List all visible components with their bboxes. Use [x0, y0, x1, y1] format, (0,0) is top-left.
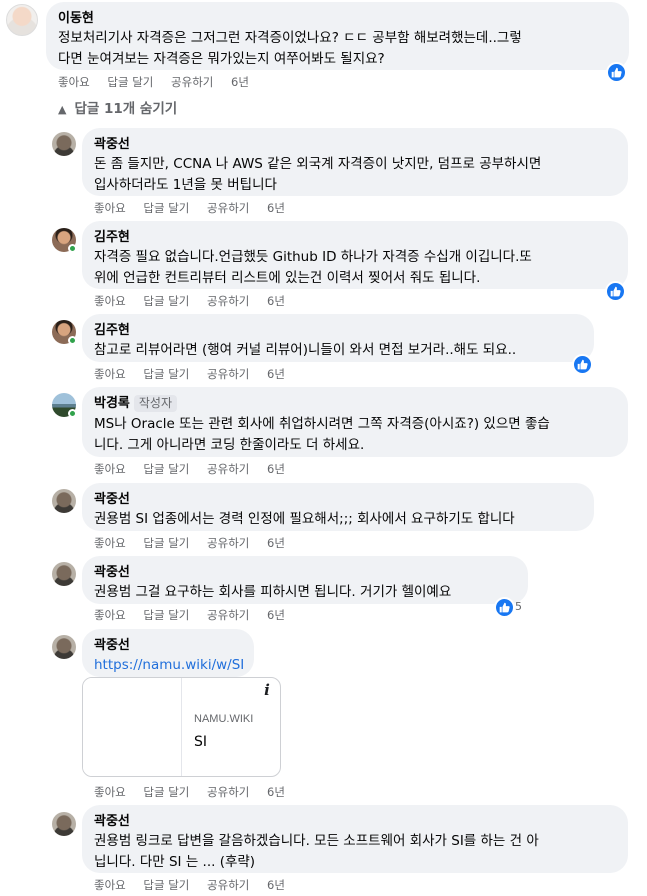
chevron-up-icon: ▲	[58, 103, 67, 116]
avatar[interactable]	[6, 4, 38, 36]
like-button[interactable]: 좋아요	[94, 201, 126, 215]
avatar[interactable]	[52, 132, 76, 156]
like-button[interactable]: 좋아요	[94, 367, 126, 381]
share-button[interactable]: 공유하기	[207, 294, 249, 308]
reply-author[interactable]: 곽중선	[94, 491, 582, 507]
reply-bubble: 곽중선 돈 좀 들지만, CCNA 나 AWS 같은 외국계 자격증이 낫지만,…	[82, 128, 628, 196]
reply-bubble: 곽중선 권용범 SI 업종에서는 경력 인정에 필요해서;;; 회사에서 요구하…	[82, 483, 594, 531]
timestamp[interactable]: 6년	[267, 878, 285, 892]
share-button[interactable]: 공유하기	[207, 201, 249, 215]
timestamp[interactable]: 6년	[231, 75, 249, 89]
reply-actions: 좋아요 답글 달기 공유하기 6년	[94, 535, 299, 551]
like-button[interactable]: 좋아요	[58, 75, 90, 89]
share-button[interactable]: 공유하기	[207, 462, 249, 476]
reply-link[interactable]: https://namu.wiki/w/SI	[94, 657, 244, 673]
reply-actions: 좋아요 답글 달기 공유하기 6년	[94, 293, 299, 309]
like-reaction-icon[interactable]	[605, 281, 626, 302]
reply-button[interactable]: 답글 달기	[143, 878, 189, 892]
like-button[interactable]: 좋아요	[94, 294, 126, 308]
reply-author-name[interactable]: 박경록	[94, 395, 130, 410]
reply-button[interactable]: 답글 달기	[143, 608, 189, 622]
share-button[interactable]: 공유하기	[207, 367, 249, 381]
like-reaction-icon[interactable]	[606, 62, 627, 83]
like-button[interactable]: 좋아요	[94, 462, 126, 476]
share-button[interactable]: 공유하기	[207, 785, 249, 799]
share-button[interactable]: 공유하기	[207, 878, 249, 892]
reply-text: 권용범 SI 업종에서는 경력 인정에 필요해서;;; 회사에서 요구하기도 합…	[94, 511, 515, 527]
reply-button[interactable]: 답글 달기	[143, 201, 189, 215]
avatar[interactable]	[52, 489, 76, 513]
reply-button[interactable]: 답글 달기	[143, 785, 189, 799]
hide-replies-label: 답글 11개 숨기기	[74, 101, 178, 117]
comment-actions: 좋아요 답글 달기 공유하기 6년	[58, 74, 263, 90]
info-icon[interactable]: i	[257, 680, 277, 700]
reply-text: MS나 Oracle 또는 관련 회사에 취업하시려면 그쪽 자격증(아시죠?)…	[94, 416, 550, 453]
reply-text: 참고로 리뷰어라면 (행여 커널 리뷰어)니들이 와서 면접 보거라..해도 되…	[94, 342, 517, 358]
reply-actions: 좋아요 답글 달기 공유하기 6년	[94, 877, 299, 893]
link-preview-image	[83, 678, 182, 776]
avatar[interactable]	[52, 635, 76, 659]
reply-actions: 좋아요 답글 달기 공유하기 6년	[94, 607, 299, 623]
reply-text: 돈 좀 들지만, CCNA 나 AWS 같은 외국계 자격증이 낫지만, 덤프로…	[94, 156, 542, 193]
reply-bubble: 곽중선 권용범 그걸 요구하는 회사를 피하시면 됩니다. 거기가 헬이예요	[82, 556, 528, 604]
reply-actions: 좋아요 답글 달기 공유하기 6년	[94, 461, 299, 477]
online-status-dot	[68, 244, 77, 253]
reply-author[interactable]: 곽중선	[94, 637, 242, 653]
timestamp[interactable]: 6년	[267, 462, 285, 476]
like-reaction-icon[interactable]	[494, 597, 515, 618]
reply-text: 권용범 링크로 답변을 갈음하겠습니다. 모든 소프트웨어 회사가 SI를 하는…	[94, 833, 539, 870]
reply-button[interactable]: 답글 달기	[107, 75, 153, 89]
reply-bubble: 곽중선 https://namu.wiki/w/SI	[82, 629, 254, 677]
reply-bubble: 김주현 자격증 필요 없습니다.언급했듯 Github ID 하나가 자격증 수…	[82, 221, 628, 289]
timestamp[interactable]: 6년	[267, 294, 285, 308]
reply-bubble: 김주현 참고로 리뷰어라면 (행여 커널 리뷰어)니들이 와서 면접 보거라..…	[82, 314, 594, 362]
share-button[interactable]: 공유하기	[207, 608, 249, 622]
comment-bubble: 이동현 정보처리기사 자격증은 그저그런 자격증이었나요? ㄷㄷ 공부함 해보려…	[46, 2, 629, 70]
online-status-dot	[68, 336, 77, 345]
timestamp[interactable]: 6년	[267, 367, 285, 381]
reply-text: https://namu.wiki/w/SI	[94, 655, 244, 676]
reply-author[interactable]: 김주현	[94, 229, 616, 245]
timestamp[interactable]: 6년	[267, 608, 285, 622]
share-button[interactable]: 공유하기	[171, 75, 213, 89]
reply-actions: 좋아요 답글 달기 공유하기 6년	[94, 784, 299, 800]
hide-replies-button[interactable]: ▲ 답글 11개 숨기기	[58, 97, 177, 117]
reply-text: 자격증 필요 없습니다.언급했듯 Github ID 하나가 자격증 수십개 이…	[94, 249, 532, 286]
like-reaction-icon[interactable]	[572, 354, 593, 375]
link-preview-card[interactable]: NAMU.WIKI SI	[82, 677, 281, 777]
reply-text: 권용범 그걸 요구하는 회사를 피하시면 됩니다. 거기가 헬이예요	[94, 584, 452, 600]
reply-author[interactable]: 곽중선	[94, 564, 516, 580]
share-button[interactable]: 공유하기	[207, 536, 249, 550]
like-button[interactable]: 좋아요	[94, 536, 126, 550]
reply-button[interactable]: 답글 달기	[143, 462, 189, 476]
author-badge: 작성자	[133, 395, 178, 412]
like-button[interactable]: 좋아요	[94, 878, 126, 892]
reply-author[interactable]: 곽중선	[94, 813, 616, 829]
online-status-dot	[68, 409, 77, 418]
reply-actions: 좋아요 답글 달기 공유하기 6년	[94, 200, 299, 216]
reply-bubble: 곽중선 권용범 링크로 답변을 갈음하겠습니다. 모든 소프트웨어 회사가 SI…	[82, 805, 628, 873]
reply-actions: 좋아요 답글 달기 공유하기 6년	[94, 366, 299, 382]
avatar[interactable]	[52, 562, 76, 586]
timestamp[interactable]: 6년	[267, 201, 285, 215]
reply-author[interactable]: 곽중선	[94, 136, 616, 152]
like-button[interactable]: 좋아요	[94, 608, 126, 622]
reaction-count[interactable]: 5	[515, 600, 522, 613]
comment-text: 정보처리기사 자격증은 그저그런 자격증이었나요? ㄷㄷ 공부함 해보려했는데.…	[58, 30, 522, 67]
like-button[interactable]: 좋아요	[94, 785, 126, 799]
reply-button[interactable]: 답글 달기	[143, 367, 189, 381]
comment-author[interactable]: 이동현	[58, 10, 617, 26]
reply-author[interactable]: 김주현	[94, 322, 582, 338]
reply-bubble: 박경록 작성자 MS나 Oracle 또는 관련 회사에 취업하시려면 그쪽 자격…	[82, 387, 628, 457]
link-preview-site: NAMU.WIKI	[194, 713, 254, 725]
reply-button[interactable]: 답글 달기	[143, 294, 189, 308]
reply-author: 박경록 작성자	[94, 395, 616, 412]
reply-button[interactable]: 답글 달기	[143, 536, 189, 550]
link-preview-title: SI	[194, 734, 208, 750]
timestamp[interactable]: 6년	[267, 536, 285, 550]
avatar[interactable]	[52, 812, 76, 836]
timestamp[interactable]: 6년	[267, 785, 285, 799]
